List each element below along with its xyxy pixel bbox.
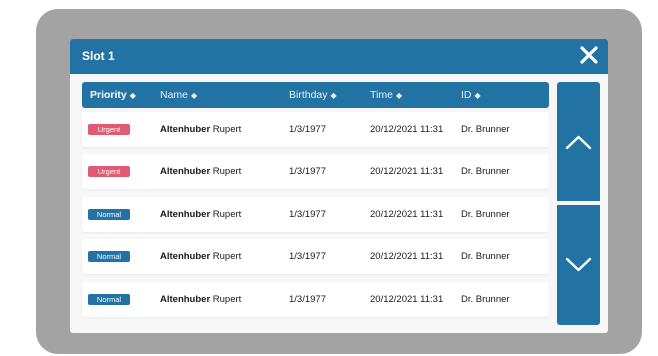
scroll-up-button[interactable] bbox=[557, 82, 600, 201]
dialog-title: Slot 1 bbox=[82, 49, 115, 63]
priority-badge: Normal bbox=[88, 209, 130, 220]
birthday-cell: 1/3/1977 bbox=[289, 209, 326, 220]
device-frame: Slot 1 Priority ◆ Name ◆ Birthday ◆ Time ◆ I… bbox=[36, 9, 642, 354]
patient-name: Altenhuber Rupert bbox=[160, 294, 242, 305]
priority-badge: Normal bbox=[88, 251, 130, 262]
table-header: Priority ◆ Name ◆ Birthday ◆ Time ◆ ID ◆ bbox=[82, 82, 549, 108]
patient-name: Altenhuber Rupert bbox=[160, 209, 242, 220]
table-row[interactable]: Normal Altenhuber Rupert 1/3/1977 20/12/… bbox=[82, 282, 549, 317]
priority-badge: Urgent bbox=[88, 124, 130, 135]
birthday-cell: 1/3/1977 bbox=[289, 166, 326, 177]
id-cell: Dr. Brunner bbox=[461, 209, 510, 220]
patient-name: Altenhuber Rupert bbox=[160, 251, 242, 262]
scroll-down-button[interactable] bbox=[557, 205, 600, 325]
birthday-cell: 1/3/1977 bbox=[289, 124, 326, 135]
time-cell: 20/12/2021 11:31 bbox=[370, 166, 444, 177]
id-cell: Dr. Brunner bbox=[461, 294, 510, 305]
slot-dialog: Slot 1 Priority ◆ Name ◆ Birthday ◆ Time ◆ I… bbox=[70, 39, 608, 333]
priority-badge: Normal bbox=[88, 294, 130, 305]
column-header-name[interactable]: Name ◆ bbox=[160, 89, 197, 101]
priority-badge: Urgent bbox=[88, 166, 130, 177]
dialog-titlebar: Slot 1 bbox=[70, 39, 608, 74]
sort-icon[interactable]: ◆ bbox=[130, 91, 136, 100]
dialog-content: Priority ◆ Name ◆ Birthday ◆ Time ◆ ID ◆ Urge… bbox=[70, 74, 608, 333]
sort-icon[interactable]: ◆ bbox=[331, 91, 337, 100]
id-cell: Dr. Brunner bbox=[461, 166, 510, 177]
patient-name: Altenhuber Rupert bbox=[160, 124, 242, 135]
time-cell: 20/12/2021 11:31 bbox=[370, 124, 444, 135]
column-header-priority[interactable]: Priority ◆ bbox=[90, 89, 136, 101]
column-header-time[interactable]: Time ◆ bbox=[370, 89, 402, 101]
birthday-cell: 1/3/1977 bbox=[289, 251, 326, 262]
time-cell: 20/12/2021 11:31 bbox=[370, 209, 444, 220]
table-row[interactable]: Normal Altenhuber Rupert 1/3/1977 20/12/… bbox=[82, 239, 549, 274]
id-cell: Dr. Brunner bbox=[461, 124, 510, 135]
sort-icon[interactable]: ◆ bbox=[475, 91, 481, 100]
time-cell: 20/12/2021 11:31 bbox=[370, 294, 444, 305]
table-row[interactable]: Urgent Altenhuber Rupert 1/3/1977 20/12/… bbox=[82, 112, 549, 147]
sort-icon[interactable]: ◆ bbox=[191, 91, 197, 100]
id-cell: Dr. Brunner bbox=[461, 251, 510, 262]
patient-name: Altenhuber Rupert bbox=[160, 166, 242, 177]
chevron-down-icon bbox=[565, 257, 592, 272]
birthday-cell: 1/3/1977 bbox=[289, 294, 326, 305]
column-header-id[interactable]: ID ◆ bbox=[461, 89, 481, 101]
table-row[interactable]: Normal Altenhuber Rupert 1/3/1977 20/12/… bbox=[82, 197, 549, 232]
close-icon[interactable] bbox=[578, 44, 600, 66]
column-header-birthday[interactable]: Birthday ◆ bbox=[289, 89, 337, 101]
time-cell: 20/12/2021 11:31 bbox=[370, 251, 444, 262]
table-row[interactable]: Urgent Altenhuber Rupert 1/3/1977 20/12/… bbox=[82, 154, 549, 189]
sort-icon[interactable]: ◆ bbox=[396, 91, 402, 100]
chevron-up-icon bbox=[565, 135, 592, 150]
